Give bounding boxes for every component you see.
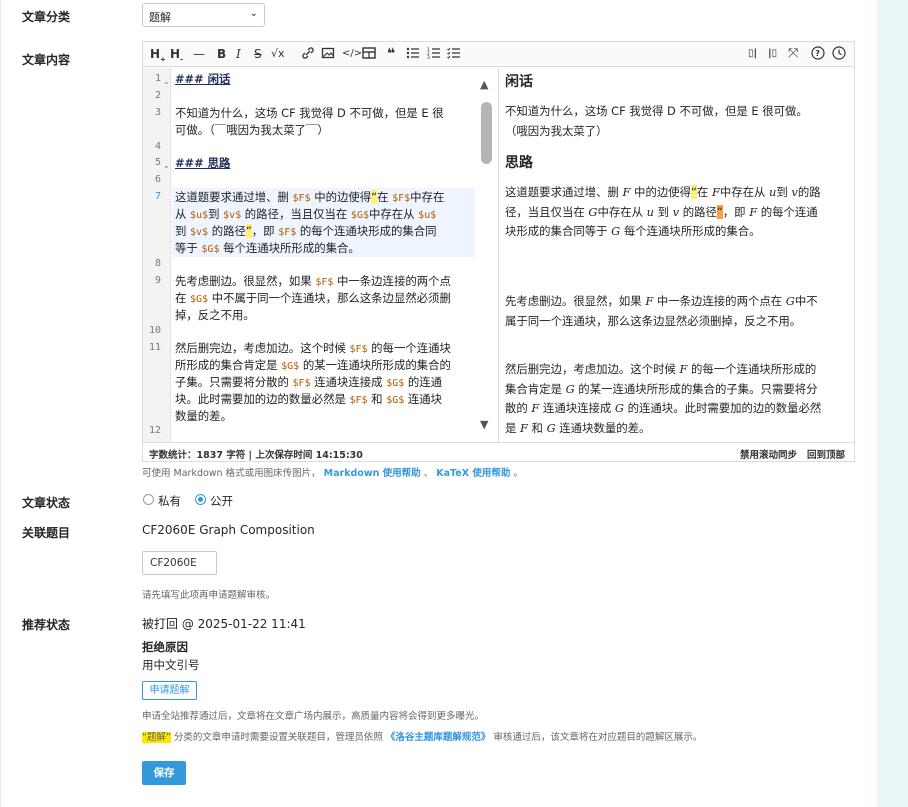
content-label: 文章内容 (22, 53, 71, 67)
apply-solution-button[interactable]: 申请题解 (142, 681, 197, 700)
code-line: 子集。只需要将分散的 $F$ 连通块连接成 $G$ 的连通 (175, 375, 443, 389)
code-line: 到 $v$ 的路径”，即 $F$ 的每个连通块形成的集合同 (175, 224, 437, 238)
preview-heading: 思路 (505, 155, 533, 171)
line-number: 8 (154, 258, 161, 269)
related-problem-title: CF2060E Graph Composition (142, 523, 315, 537)
line-number: 3 (154, 107, 161, 118)
public-radio[interactable] (195, 494, 206, 505)
line-number: 6 (154, 174, 161, 185)
code-line: 然后删完边，考虑加边。这个时候 $F$ 的每一个连通块 (175, 341, 451, 355)
code-line: 块。此时需要加的边的数量必然是 $F$ 和 $G$ 连通块 (175, 392, 443, 406)
line-gutter (143, 68, 171, 442)
code-line: 掉，反之不用。 (175, 308, 255, 322)
code-scrollbar-thumb[interactable] (481, 102, 492, 164)
right-rail (877, 0, 908, 807)
editor-statusbar: 字数统计：1837 字符 | 上次保存时间 14:15:30 禁用滚动同步 回到… (143, 442, 854, 461)
scroll-up-arrow[interactable]: ▲ (480, 78, 488, 91)
svg-text:?: ? (815, 49, 820, 58)
category-select-value: 题解 (149, 11, 171, 24)
italic-icon[interactable]: I (236, 46, 241, 62)
heading-minus-icon[interactable]: H- (170, 46, 183, 63)
word-count: 字数统计：1837 字符 | 上次保存时间 14:15:30 (149, 450, 363, 461)
solution-guideline-link[interactable]: 《洛谷主题库题解规范》 (386, 732, 491, 743)
save-button[interactable]: 保存 (142, 761, 186, 785)
history-icon[interactable] (832, 46, 846, 62)
code-line: 所形成的集合肯定是 $G$ 的某一连通块所形成的集合的 (175, 358, 451, 372)
category-select[interactable]: 题解 ⌄ (142, 3, 265, 27)
line-number: 7 (154, 191, 161, 202)
fold-icon[interactable]: ⌄ (163, 161, 170, 170)
problem-id-input[interactable]: CF2060E (142, 551, 217, 575)
markdown-editor: H+ H- — B I S √x </> ❝ 123 ▯| |▯ ⤧ ? 1 ⌄… (142, 41, 855, 462)
link-icon[interactable] (301, 46, 315, 62)
heading-plus-icon[interactable]: H+ (150, 46, 166, 63)
private-radio-label[interactable]: 私有 (158, 493, 181, 509)
line-number: 12 (148, 425, 161, 436)
preview-paragraph: 然后删完边，考虑加边。这个时候 F 的每一个连通块所形成的集合肯定是 G 的某一… (505, 362, 822, 435)
private-radio[interactable] (143, 494, 154, 505)
preview-toggle-icon[interactable]: |▯ (768, 46, 777, 62)
image-icon[interactable] (321, 46, 335, 62)
table-icon[interactable] (362, 46, 376, 62)
code-line: ### 闲话 (175, 72, 231, 86)
code-line: 不知道为什么，这场 CF 我觉得 D 不可做，但是 E 很 (175, 106, 444, 120)
editor-toolbar: H+ H- — B I S √x </> ❝ 123 ▯| |▯ ⤧ ? (143, 42, 854, 67)
code-icon[interactable]: </> (342, 46, 362, 62)
markdown-hint: 可使用 Markdown 格式或用图床传图片， Markdown 使用帮助 、 … (142, 468, 523, 479)
strikethrough-icon[interactable]: S (254, 46, 262, 62)
preview-heading: 闲话 (505, 74, 533, 90)
code-line: 在 $G$ 中不属于同一个连通块，那么这条边显然必须删 (175, 291, 451, 305)
chevron-down-icon: ⌄ (249, 8, 258, 19)
code-line: ### 思路 (175, 156, 231, 170)
ordered-list-icon[interactable]: 123 (427, 46, 441, 62)
task-list-icon[interactable] (447, 46, 461, 62)
code-pane[interactable]: 1 ⌄ 2 3 4 5 ⌄ 6 7 8 9 10 11 12 ### 闲话 不知… (143, 68, 499, 442)
reject-reason-title: 拒绝原因 (142, 640, 188, 654)
unordered-list-icon[interactable] (406, 46, 420, 62)
code-line: 等于 $G$ 每个连通块所形成的集合。 (175, 241, 360, 255)
help-icon[interactable]: ? (811, 46, 825, 62)
preview-pane: 闲话 不知道为什么，这场 CF 我觉得 D 不可做，但是 E 很可做。 （哦因为我… (500, 68, 854, 442)
back-to-top-button[interactable]: 回到顶部 (807, 447, 845, 461)
code-line: 从 $u$到 $v$ 的路径，当且仅当在 $G$中存在从 $u$ (175, 207, 437, 221)
code-line: 数量的差。 (175, 409, 232, 423)
katex-help-link[interactable]: KaTeX 使用帮助 (436, 468, 510, 479)
public-radio-label[interactable]: 公开 (210, 493, 233, 509)
line-number: 1 (154, 73, 161, 84)
category-label: 文章分类 (22, 10, 71, 24)
preview-paragraph: 不知道为什么，这场 CF 我觉得 D 不可做，但是 E 很可做。 （哦因为我太菜了… (505, 104, 808, 138)
line-number: 9 (154, 275, 161, 286)
recommend-label: 推荐状态 (22, 618, 71, 632)
disable-scroll-sync-button[interactable]: 禁用滚动同步 (740, 447, 797, 461)
preview-paragraph: 这道题要求通过增、删 F 中的边使得“在 F中存在从 u到 v的路径，当且仅当在… (505, 185, 821, 238)
line-number: 2 (154, 90, 161, 101)
split-view-icon[interactable]: ▯| (748, 46, 757, 62)
recommend-state: 被打回 @ 2025-01-22 11:41 (142, 617, 306, 631)
bold-icon[interactable]: B (217, 46, 226, 62)
svg-text:3: 3 (427, 55, 430, 60)
fullscreen-icon[interactable]: ⤧ (788, 46, 798, 62)
line-number: 11 (148, 342, 161, 353)
preview-paragraph: 先考虑删边。很显然，如果 F 中一条边连接的两个点在 G中不属于同一个连通块，那… (505, 294, 818, 328)
code-line: 这道题要求通过增、删 $F$ 中的边使得“在 $F$中存在 (175, 190, 445, 204)
hr-icon[interactable]: — (193, 46, 205, 62)
quote-icon[interactable]: ❝ (387, 46, 395, 62)
code-line: 先考虑删边。很显然，如果 $F$ 中一条边连接的两个点 (175, 274, 451, 288)
status-label: 文章状态 (22, 496, 71, 510)
related-note: 请先填写此项再申请题解审核。 (142, 590, 276, 601)
code-line: 可做。（￣哦因为我太菜了￣） (175, 123, 329, 137)
related-label: 关联题目 (22, 526, 71, 540)
reject-reason: 用中文引号 (142, 658, 200, 672)
page-left-border (0, 0, 1, 807)
formula-icon[interactable]: √x (271, 46, 285, 62)
recommend-note-2: “题解” 分类的文章申请时需要设置关联题目，管理员依照 《洛谷主题库题解规范》 … (142, 732, 703, 743)
recommend-note-1: 申请全站推荐通过后，文章将在文章广场内展示，高质量内容将会得到更多曝光。 (142, 711, 485, 722)
markdown-help-link[interactable]: Markdown 使用帮助 (324, 468, 421, 479)
scroll-down-arrow[interactable]: ▼ (480, 418, 488, 431)
fold-icon[interactable]: ⌄ (163, 77, 170, 86)
line-number: 10 (148, 325, 161, 336)
line-number: 5 (154, 157, 161, 168)
line-number: 4 (154, 141, 161, 152)
